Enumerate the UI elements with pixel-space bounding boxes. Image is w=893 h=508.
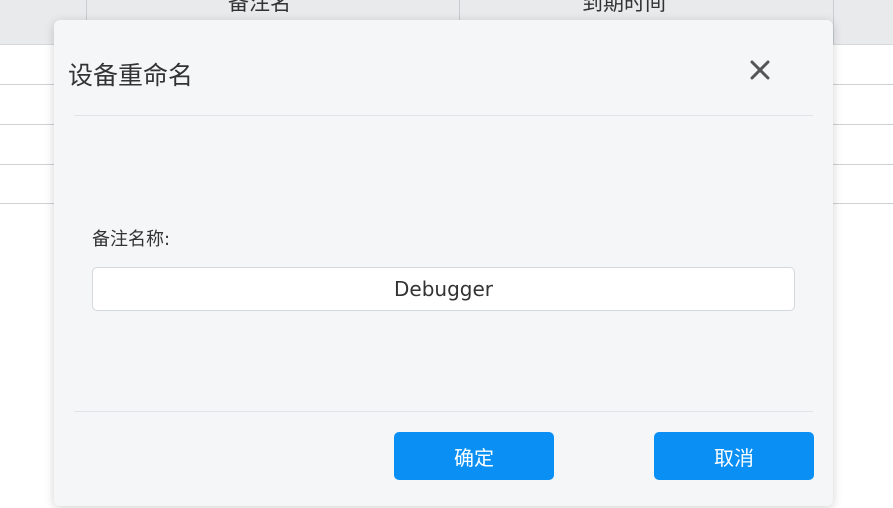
column-divider: [833, 0, 834, 44]
close-icon[interactable]: [744, 54, 776, 86]
rename-dialog: 设备重命名 备注名称: 确定 取消: [54, 20, 833, 506]
header-divider: [74, 115, 813, 116]
column-header-expiry[interactable]: 到期时间: [582, 0, 666, 17]
footer-divider: [74, 411, 813, 412]
dialog-title: 设备重命名: [68, 61, 194, 90]
confirm-button[interactable]: 确定: [394, 432, 554, 480]
remark-name-label: 备注名称:: [92, 229, 171, 250]
column-header-remark[interactable]: 备注名: [228, 0, 291, 17]
cancel-button[interactable]: 取消: [654, 432, 814, 480]
remark-name-input[interactable]: [92, 267, 795, 311]
